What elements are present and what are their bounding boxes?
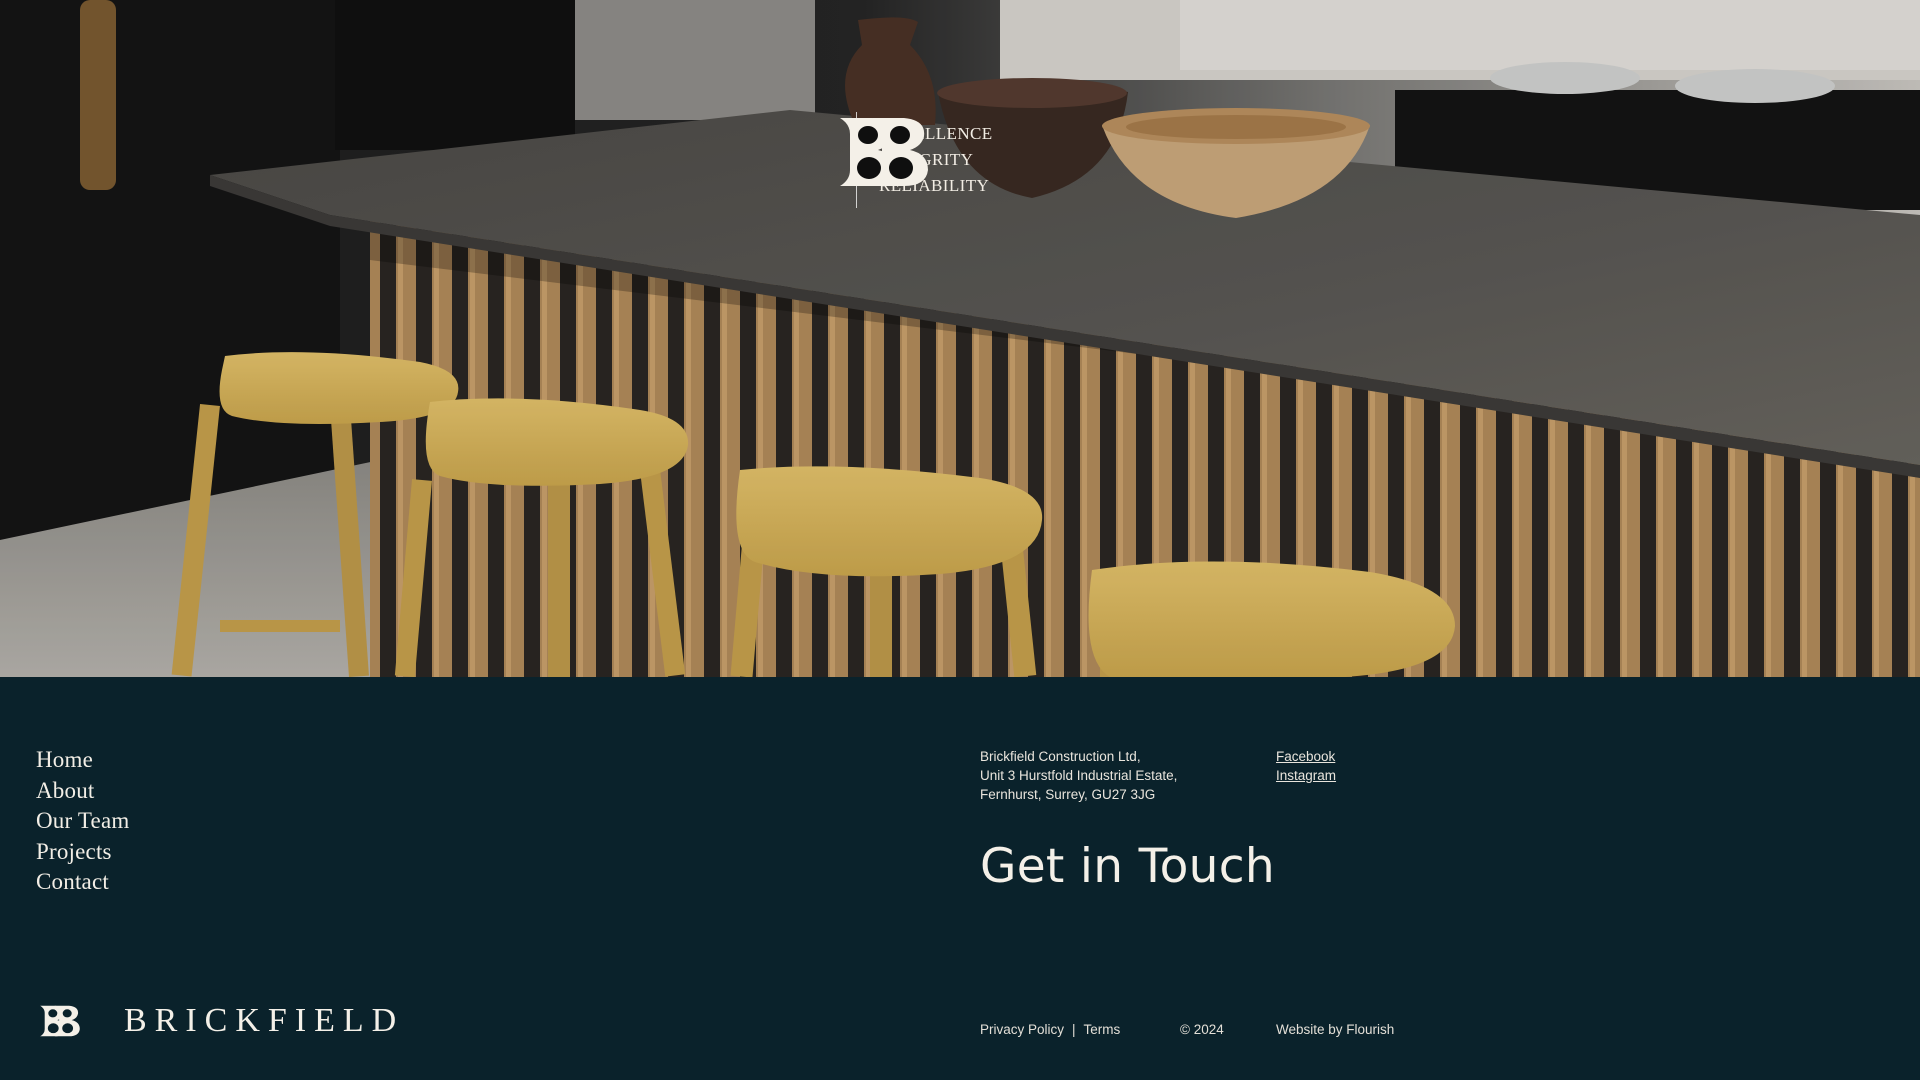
legal-separator: | — [1072, 1022, 1076, 1037]
facebook-link[interactable]: Facebook — [1276, 747, 1336, 766]
footer-nav-contact[interactable]: Contact — [36, 867, 129, 898]
brand-logo[interactable]: BRICKFIELD — [34, 1003, 404, 1039]
instagram-link[interactable]: Instagram — [1276, 766, 1336, 785]
footer-nav-home[interactable]: Home — [36, 745, 129, 776]
company-address: Brickfield Construction Ltd, Unit 3 Hurs… — [980, 747, 1177, 804]
brickfield-monogram-icon — [840, 118, 928, 186]
legal-links: Privacy Policy | Terms — [980, 1022, 1120, 1038]
footer-nav-about[interactable]: About — [36, 776, 129, 807]
footer-nav-projects[interactable]: Projects — [36, 837, 129, 868]
brickfield-monogram-icon — [40, 1005, 80, 1037]
hero-image: EXCELLENCE INTEGRITY RELIABILITY — [0, 0, 1920, 677]
address-line: Brickfield Construction Ltd, — [980, 749, 1141, 764]
address-line: Unit 3 Hurstfold Industrial Estate, — [980, 768, 1178, 783]
footer-nav-our-team[interactable]: Our Team — [36, 806, 129, 837]
website-credit-text[interactable]: Website by Flourish — [1276, 1022, 1394, 1037]
kitchen-photo — [0, 0, 1920, 677]
brand-wordmark: BRICKFIELD — [124, 1002, 405, 1039]
website-credit-link[interactable]: Website by Flourish — [1276, 1022, 1394, 1038]
address-line: Fernhurst, Surrey, GU27 3JG — [980, 787, 1156, 802]
social-links: Facebook Instagram — [1276, 747, 1336, 785]
footer-nav: Home About Our Team Projects Contact — [36, 745, 129, 898]
hero-tagline: EXCELLENCE INTEGRITY RELIABILITY — [832, 112, 993, 208]
get-in-touch-heading: Get in Touch — [980, 839, 1275, 894]
site-footer: Home About Our Team Projects Contact Bri… — [0, 677, 1920, 1080]
privacy-policy-link[interactable]: Privacy Policy — [980, 1022, 1064, 1037]
copyright-text: © 2024 — [1180, 1022, 1224, 1037]
terms-link[interactable]: Terms — [1084, 1022, 1121, 1037]
